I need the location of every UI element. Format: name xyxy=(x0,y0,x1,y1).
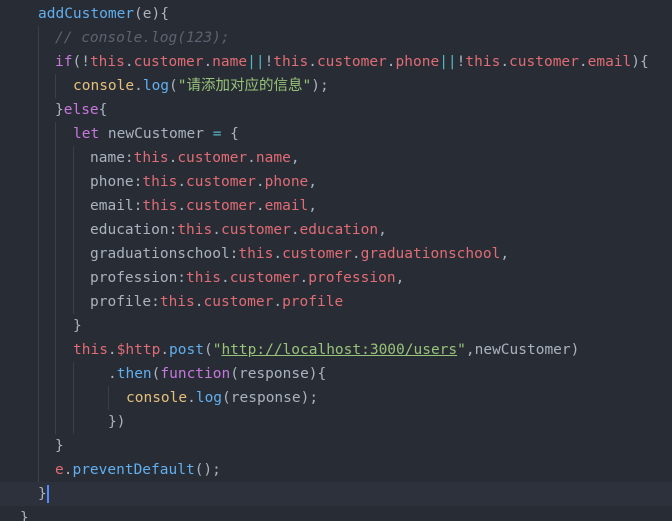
code-line-9[interactable]: email:this.customer.email, xyxy=(0,194,672,218)
code-line-2[interactable]: // console.log(123); xyxy=(0,26,672,50)
url-link[interactable]: http://localhost:3000/users xyxy=(221,342,457,358)
code-line-3[interactable]: if(!this.customer.name||!this.customer.p… xyxy=(0,50,672,74)
code-line-1[interactable]: addCustomer(e){ xyxy=(0,2,672,26)
code-line-18[interactable]: }) xyxy=(0,410,672,434)
code-line-14[interactable]: } xyxy=(0,314,672,338)
code-line-4[interactable]: console.log("请添加对应的信息"); xyxy=(0,74,672,98)
code-line-17[interactable]: console.log(response); xyxy=(0,386,672,410)
code-line-21-active[interactable]: } xyxy=(0,482,672,506)
code-line-15[interactable]: this.$http.post("http://localhost:3000/u… xyxy=(0,338,672,362)
code-line-12[interactable]: profession:this.customer.profession, xyxy=(0,266,672,290)
code-line-10[interactable]: education:this.customer.education, xyxy=(0,218,672,242)
code-line-7[interactable]: name:this.customer.name, xyxy=(0,146,672,170)
code-line-20[interactable]: e.preventDefault(); xyxy=(0,458,672,482)
code-line-6[interactable]: let newCustomer = { xyxy=(0,122,672,146)
code-line-19[interactable]: } xyxy=(0,434,672,458)
code-editor[interactable]: addCustomer(e){ // console.log(123); if(… xyxy=(0,0,672,521)
code-line-13[interactable]: profile:this.customer.profile xyxy=(0,290,672,314)
code-line-11[interactable]: graduationschool:this.customer.graduatio… xyxy=(0,242,672,266)
code-line-22[interactable]: } xyxy=(0,506,672,521)
code-line-5[interactable]: }else{ xyxy=(0,98,672,122)
function-name: addCustomer xyxy=(38,6,135,22)
code-line-8[interactable]: phone:this.customer.phone, xyxy=(0,170,672,194)
text-cursor xyxy=(46,485,49,503)
code-line-16[interactable]: .then(function(response){ xyxy=(0,362,672,386)
comment: // console.log(123); xyxy=(55,30,230,46)
